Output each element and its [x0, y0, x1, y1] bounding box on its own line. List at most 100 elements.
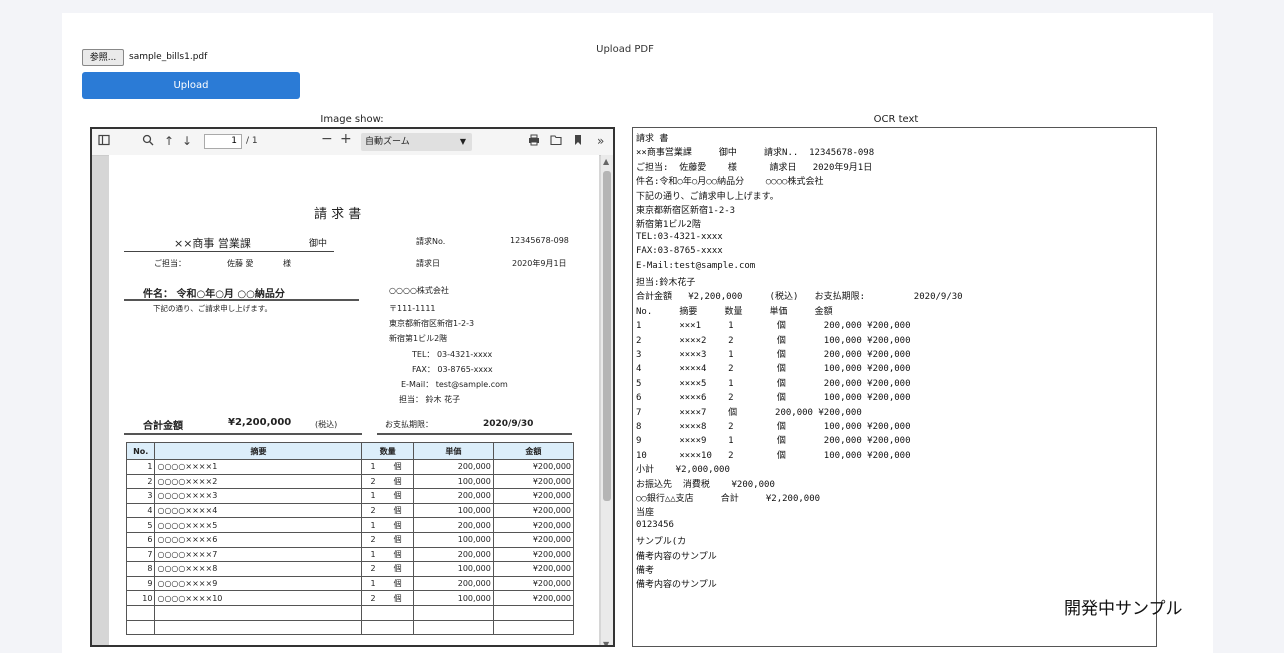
- row-amount: ¥200,000: [492, 590, 575, 606]
- company-fax: FAX： 03-8765-xxxx: [412, 365, 493, 374]
- scroll-thumb[interactable]: [603, 171, 611, 501]
- row-amount: ¥200,000: [492, 473, 575, 490]
- print-icon[interactable]: [528, 134, 540, 149]
- row-unit-price: 100,000: [412, 473, 494, 490]
- ocr-line: 件名:令和○年○月○○納品分 ○○○○株式会社: [636, 177, 824, 188]
- save-icon[interactable]: [550, 134, 562, 149]
- row-quantity-unit: 個: [393, 491, 402, 501]
- row-quantity: 2個: [361, 590, 414, 606]
- zoom-in-icon[interactable]: +: [340, 132, 352, 146]
- contact-label: ご担当：: [154, 259, 186, 268]
- ocr-line: 合計金額 ¥2,200,000 (税込) お支払期限: 2020/9/30: [636, 292, 963, 303]
- ocr-line: 4 ××××4 2 個 100,000 ¥200,000: [636, 364, 911, 375]
- ocr-line: TEL:03-4321-xxxx: [636, 231, 723, 242]
- row-quantity-value: 2: [370, 535, 376, 545]
- ocr-line: 3 ××××3 1 個 200,000 ¥200,000: [636, 350, 911, 360]
- total-underline: [124, 433, 362, 435]
- ocr-line: 6 ××××6 2 個 100,000 ¥200,000: [636, 393, 911, 404]
- company-address-2: 新宿第1ビル2階: [389, 334, 448, 343]
- upload-button[interactable]: Upload: [82, 72, 300, 99]
- ocr-line: No. 摘要 数量 単価 金額: [636, 306, 833, 317]
- row-quantity-unit: 個: [393, 593, 402, 603]
- company-zip: 〒111-1111: [389, 304, 436, 313]
- ocr-line: 9 ××××9 1 個 200,000 ¥200,000: [636, 436, 911, 447]
- ocr-line: 東京都新宿区新宿1-2-3: [636, 206, 736, 216]
- row-quantity-value: 1: [370, 579, 376, 589]
- row-description: ○○○○××××7: [154, 546, 363, 563]
- scroll-down-icon[interactable]: ▼: [603, 640, 609, 645]
- row-quantity: 2個: [361, 561, 414, 577]
- row-amount: ¥200,000: [492, 546, 575, 563]
- sidebar-toggle-icon[interactable]: [98, 134, 110, 149]
- col-description: 摘要: [154, 442, 363, 460]
- page-number-input[interactable]: 1: [204, 134, 242, 149]
- row-amount: ¥200,000: [492, 561, 575, 577]
- viewer-scrollbar[interactable]: ▲ ▼: [601, 155, 613, 645]
- row-no: 1: [125, 459, 156, 475]
- row-unit-price: 100,000: [412, 590, 494, 606]
- previous-page-icon[interactable]: ↑: [164, 134, 174, 148]
- ocr-line: 小計 ¥2,000,000: [636, 465, 730, 476]
- table-row: 9 ○○○○××××9 1 個 200,000 ¥200,000: [125, 575, 575, 592]
- row-quantity-value: 2: [370, 564, 376, 574]
- items-table: No. 摘要 数量 単価 金額 1 ○○○○××××1 1 個 200,000 ¥200,…: [125, 442, 575, 636]
- ocr-line: 7 ××××7 個 200,000 ¥200,000: [636, 407, 862, 418]
- col-quantity: 数量: [361, 442, 414, 460]
- row-no: 3: [125, 488, 156, 504]
- pdf-toolbar: ↑ ↓ 1 / 1 − + 自動ズーム ▼ »: [92, 129, 613, 156]
- row-amount: ¥200,000: [492, 459, 575, 475]
- empty-cell: [125, 604, 156, 621]
- ocr-line: 備考内容のサンプル: [636, 551, 717, 562]
- row-unit-price: 200,000: [412, 575, 494, 592]
- ocr-text-panel: 請求 書 ××商事営業課 御中 請求N.. 12345678-098 ご担当: 佐藤…: [632, 127, 1157, 647]
- invoice-note: 下記の通り、ご請求申し上げます。: [153, 304, 272, 313]
- company-name: ○○○○株式会社: [389, 286, 449, 295]
- ocr-line: 担当:鈴木花子: [636, 278, 696, 288]
- search-icon[interactable]: [142, 134, 154, 149]
- row-no: 8: [125, 561, 156, 577]
- company-address-1: 東京都新宿区新宿1-2-3: [389, 319, 475, 328]
- row-quantity-value: 1: [370, 491, 376, 501]
- image-show-label: Image show:: [320, 114, 384, 125]
- recipient-name: ××商事 営業課: [174, 237, 251, 250]
- row-quantity: 1個: [361, 517, 414, 533]
- zoom-select[interactable]: 自動ズーム ▼: [361, 133, 472, 151]
- ocr-line: 8 ××××8 2 個 100,000 ¥200,000: [636, 422, 911, 432]
- row-amount: ¥200,000: [492, 502, 575, 519]
- row-unit-price: 200,000: [412, 546, 494, 563]
- page-title: Upload PDF: [596, 44, 654, 55]
- table-row: 3 ○○○○××××3 1 個 200,000 ¥200,000: [125, 488, 575, 504]
- empty-cell: [492, 604, 575, 621]
- row-quantity-unit: 個: [393, 564, 402, 574]
- ocr-line: 0123456: [636, 519, 674, 530]
- bookmark-icon[interactable]: [573, 134, 583, 149]
- next-page-icon[interactable]: ↓: [182, 134, 192, 148]
- ocr-line: FAX:03-8765-xxxx: [636, 246, 723, 257]
- ocr-line: 下記の通り、ご請求申し上げます。: [636, 191, 779, 202]
- row-no: 4: [125, 502, 156, 519]
- zoom-out-icon[interactable]: −: [321, 132, 333, 146]
- row-description: ○○○○××××1: [154, 459, 363, 475]
- ocr-line: 新宿第1ビル2階: [636, 220, 701, 231]
- row-quantity-unit: 個: [393, 549, 402, 559]
- empty-cell: [154, 604, 363, 621]
- more-tools-icon[interactable]: »: [597, 134, 604, 148]
- page-total: / 1: [246, 136, 258, 146]
- row-quantity-value: 2: [370, 476, 376, 486]
- row-quantity: 1個: [361, 575, 414, 592]
- ocr-line: 備考内容のサンプル: [636, 580, 717, 591]
- pdf-viewer: ↑ ↓ 1 / 1 − + 自動ズーム ▼ » 請 求 書 ××商事 営業課 御…: [90, 127, 615, 647]
- row-description: ○○○○××××9: [154, 575, 363, 592]
- row-quantity: 2個: [361, 473, 414, 490]
- row-unit-price: 200,000: [412, 517, 494, 533]
- ocr-line: サンプル(カ: [636, 537, 687, 548]
- subject-underline: [124, 299, 359, 301]
- browse-button[interactable]: 参照...: [82, 49, 124, 66]
- row-quantity-unit: 個: [393, 476, 402, 486]
- col-no: No.: [125, 442, 156, 460]
- row-quantity-value: 1: [370, 549, 376, 559]
- row-amount: ¥200,000: [492, 488, 575, 504]
- company-tel: TEL： 03-4321-xxxx: [412, 350, 493, 359]
- row-quantity: 2個: [361, 502, 414, 519]
- scroll-up-icon[interactable]: ▲: [603, 157, 609, 166]
